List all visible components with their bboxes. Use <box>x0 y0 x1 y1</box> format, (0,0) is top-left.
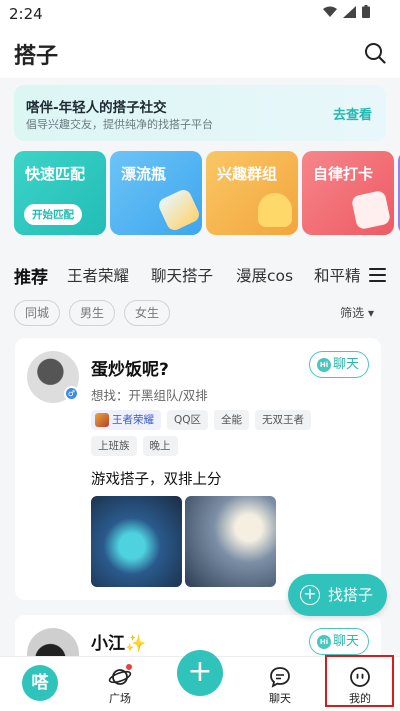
nav-square[interactable]: 广场 <box>80 657 160 711</box>
nav-home[interactable]: 嗒 <box>0 657 80 711</box>
post-text: 游戏搭子，双排上分 <box>91 472 222 488</box>
battery-icon <box>362 5 370 18</box>
post-image[interactable] <box>91 496 182 587</box>
feature-cards: 快速匹配 开始匹配 漂流瓶 兴趣群组 自律打卡 <box>14 151 400 235</box>
hi-icon: Hi <box>317 358 331 372</box>
app-header: 搭子 <box>0 28 400 78</box>
status-time: 2:24 <box>9 5 43 23</box>
post-username: 小江✨ <box>91 634 147 654</box>
search-icon[interactable] <box>364 42 386 64</box>
filter-male[interactable]: 男生 <box>69 300 116 326</box>
checkin-icon <box>350 189 392 231</box>
card-quick-match[interactable]: 快速匹配 开始匹配 <box>14 151 106 235</box>
chat-button[interactable]: Hi 聊天 <box>309 628 369 655</box>
tag: 全能 <box>214 410 250 430</box>
tab-chat-partner[interactable]: 聊天搭子 <box>151 264 213 286</box>
filter-dropdown[interactable]: 筛选 ▾ <box>340 304 374 321</box>
highlight-box <box>325 655 394 707</box>
menu-icon[interactable] <box>369 268 386 282</box>
card-interest-group[interactable]: 兴趣群组 <box>206 151 298 235</box>
plus-icon: + <box>300 585 320 605</box>
filter-bar: 同城 男生 女生 筛选 ▾ <box>0 300 400 328</box>
tab-honor-of-kings[interactable]: 王者荣耀 <box>67 264 129 286</box>
card-self-discipline[interactable]: 自律打卡 <box>302 151 394 235</box>
card-label: 快速匹配 <box>25 165 86 183</box>
page-title: 搭子 <box>14 44 59 69</box>
tab-peace-elite[interactable]: 和平精 <box>314 264 361 286</box>
status-bar: 2:24 <box>0 0 400 28</box>
category-tabs: 推荐 王者荣耀 聊天搭子 漫展cos 和平精 <box>0 258 400 292</box>
status-icons <box>323 5 370 18</box>
tag: QQ区 <box>167 410 209 430</box>
bottle-icon <box>156 187 202 233</box>
notification-dot <box>126 664 132 670</box>
chat-button-label: 聊天 <box>332 634 359 649</box>
post-seeking: 想找：开黑组队/双排 <box>91 388 208 403</box>
tag: 上班族 <box>91 436 137 456</box>
nav-chat[interactable]: 聊天 <box>240 657 320 711</box>
tag-game: 王者荣耀 <box>91 410 161 430</box>
card-drift-bottle[interactable]: 漂流瓶 <box>110 151 202 235</box>
find-partner-button[interactable]: + 找搭子 <box>288 574 387 616</box>
banner-view-button[interactable]: 去查看 <box>333 104 372 123</box>
nav-label: 广场 <box>109 692 131 705</box>
create-post-button[interactable]: + <box>177 650 223 696</box>
signal-icon <box>343 5 356 18</box>
nav-label: 聊天 <box>269 692 291 705</box>
tab-recommend[interactable]: 推荐 <box>14 263 48 288</box>
banner-subtitle: 倡导兴趣交友，提供纯净的找搭子平台 <box>26 118 213 131</box>
post-card[interactable]: ♂ 蛋炒饭呢? 想找：开黑组队/双排 Hi 聊天 王者荣耀 QQ区 全能 无双王… <box>15 338 381 600</box>
find-partner-label: 找搭子 <box>328 586 374 604</box>
post-username: 蛋炒饭呢? <box>91 360 169 380</box>
hi-icon: Hi <box>317 635 331 649</box>
chat-bubble-icon <box>270 667 290 688</box>
promo-banner[interactable]: 嗒伴-年轻人的搭子社交 倡导兴趣交友，提供纯净的找搭子平台 去查看 <box>14 85 386 141</box>
tag-label: 王者荣耀 <box>112 414 154 426</box>
banner-title: 嗒伴-年轻人的搭子社交 <box>26 100 167 116</box>
card-label: 兴趣群组 <box>217 165 278 183</box>
chat-button-label: 聊天 <box>332 357 359 372</box>
filter-same-city[interactable]: 同城 <box>14 300 61 326</box>
tag: 无双王者 <box>255 410 312 430</box>
male-icon: ♂ <box>64 386 79 401</box>
card-label: 漂流瓶 <box>121 165 167 183</box>
tag-row: 王者荣耀 QQ区 全能 无双王者 <box>91 410 312 430</box>
filter-female[interactable]: 女生 <box>124 300 171 326</box>
tab-comic-cos[interactable]: 漫展cos <box>236 264 293 286</box>
card-label: 自律打卡 <box>313 165 374 183</box>
chat-button[interactable]: Hi 聊天 <box>309 351 369 378</box>
start-match-button[interactable]: 开始匹配 <box>24 204 82 225</box>
post-image[interactable] <box>185 496 276 587</box>
home-icon: 嗒 <box>22 665 58 701</box>
group-icon <box>258 193 292 227</box>
tag-row: 上班族 晚上 <box>91 436 178 456</box>
game-icon <box>95 413 109 427</box>
wifi-icon <box>323 6 337 17</box>
tag: 晚上 <box>142 436 178 456</box>
